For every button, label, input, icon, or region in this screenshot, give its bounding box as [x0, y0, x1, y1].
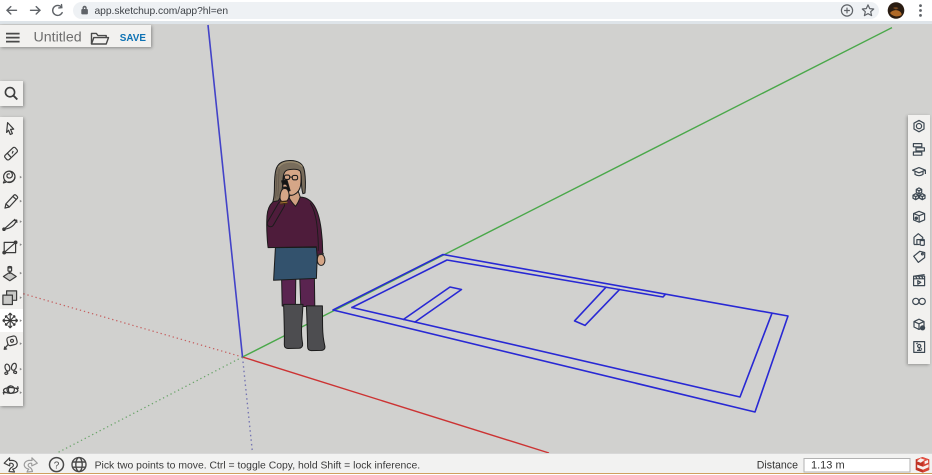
svg-text:1.13 m: 1.13 m	[811, 459, 845, 471]
svg-text:Distance: Distance	[757, 459, 798, 471]
svg-text:Pick two points to move. Ctrl: Pick two points to move. Ctrl = toggle C…	[95, 460, 421, 471]
svg-text:SAVE: SAVE	[120, 33, 147, 44]
svg-text:?: ?	[54, 460, 60, 471]
svg-text:app.sketchup.com/app?hl=en: app.sketchup.com/app?hl=en	[95, 6, 229, 17]
svg-text:Untitled: Untitled	[34, 30, 82, 46]
